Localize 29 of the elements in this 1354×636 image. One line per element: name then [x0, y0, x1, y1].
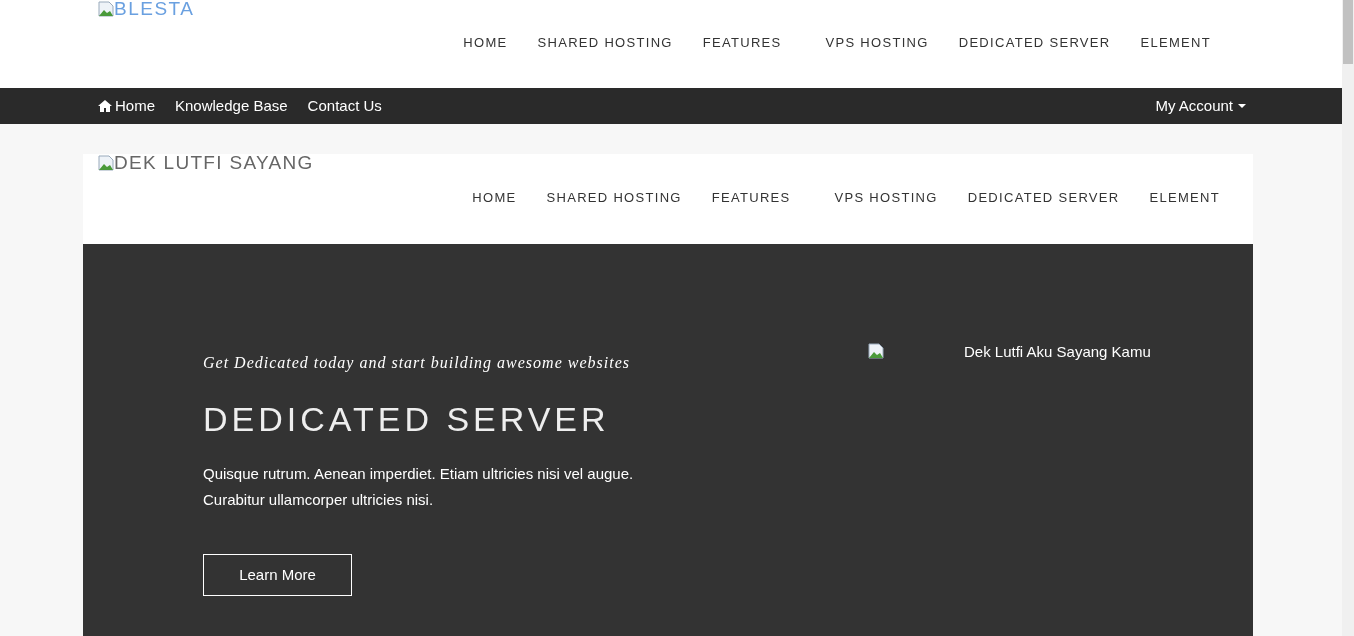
hero-title: DEDICATED SERVER: [203, 399, 610, 440]
broken-image-icon: [98, 155, 114, 171]
nav-link[interactable]: VPS HOSTING: [819, 188, 953, 208]
scrollbar[interactable]: [1342, 0, 1354, 636]
scrollbar-thumb[interactable]: [1343, 0, 1353, 64]
hero-tagline: Get Dedicated today and start building awesome websites: [203, 353, 630, 374]
nav-link[interactable]: DEDICATED SERVER: [952, 188, 1135, 208]
broken-image-icon: [868, 343, 884, 359]
home-icon: [98, 100, 112, 112]
learn-more-button[interactable]: Learn More: [203, 554, 352, 596]
broken-image-icon: [98, 1, 114, 17]
top-bar-link[interactable]: Home: [98, 94, 155, 118]
nav-link[interactable]: SHARED HOSTING: [522, 33, 688, 53]
nav-link[interactable]: ELEMENT: [1125, 33, 1226, 53]
logo-image[interactable]: DEK LUTFI SAYANG: [98, 153, 314, 173]
nav-link[interactable]: SHARED HOSTING: [531, 188, 697, 208]
top-bar-link[interactable]: Contact Us: [307, 94, 382, 118]
nav-link[interactable]: FEATURES: [687, 33, 797, 53]
nav-link[interactable]: VPS HOSTING: [810, 33, 944, 53]
nav-link[interactable]: HOME: [448, 33, 523, 53]
nav-link[interactable]: FEATURES: [696, 188, 806, 208]
nav-link[interactable]: HOME: [457, 188, 532, 208]
account-menu[interactable]: My Account: [1155, 94, 1246, 118]
nav-link[interactable]: ELEMENT: [1134, 188, 1235, 208]
top-bar-link[interactable]: Knowledge Base: [175, 94, 288, 118]
hero-text: Quisque rutrum. Aenean imperdiet. Etiam ultricies nisi vel augue. Curabitur ullamcorper ultricies nisi.: [203, 464, 635, 510]
nav-link[interactable]: DEDICATED SERVER: [943, 33, 1126, 53]
caret-icon: [1238, 104, 1246, 108]
image-caption: Dek Lutfi Aku Sayang Kamu: [964, 342, 1151, 362]
